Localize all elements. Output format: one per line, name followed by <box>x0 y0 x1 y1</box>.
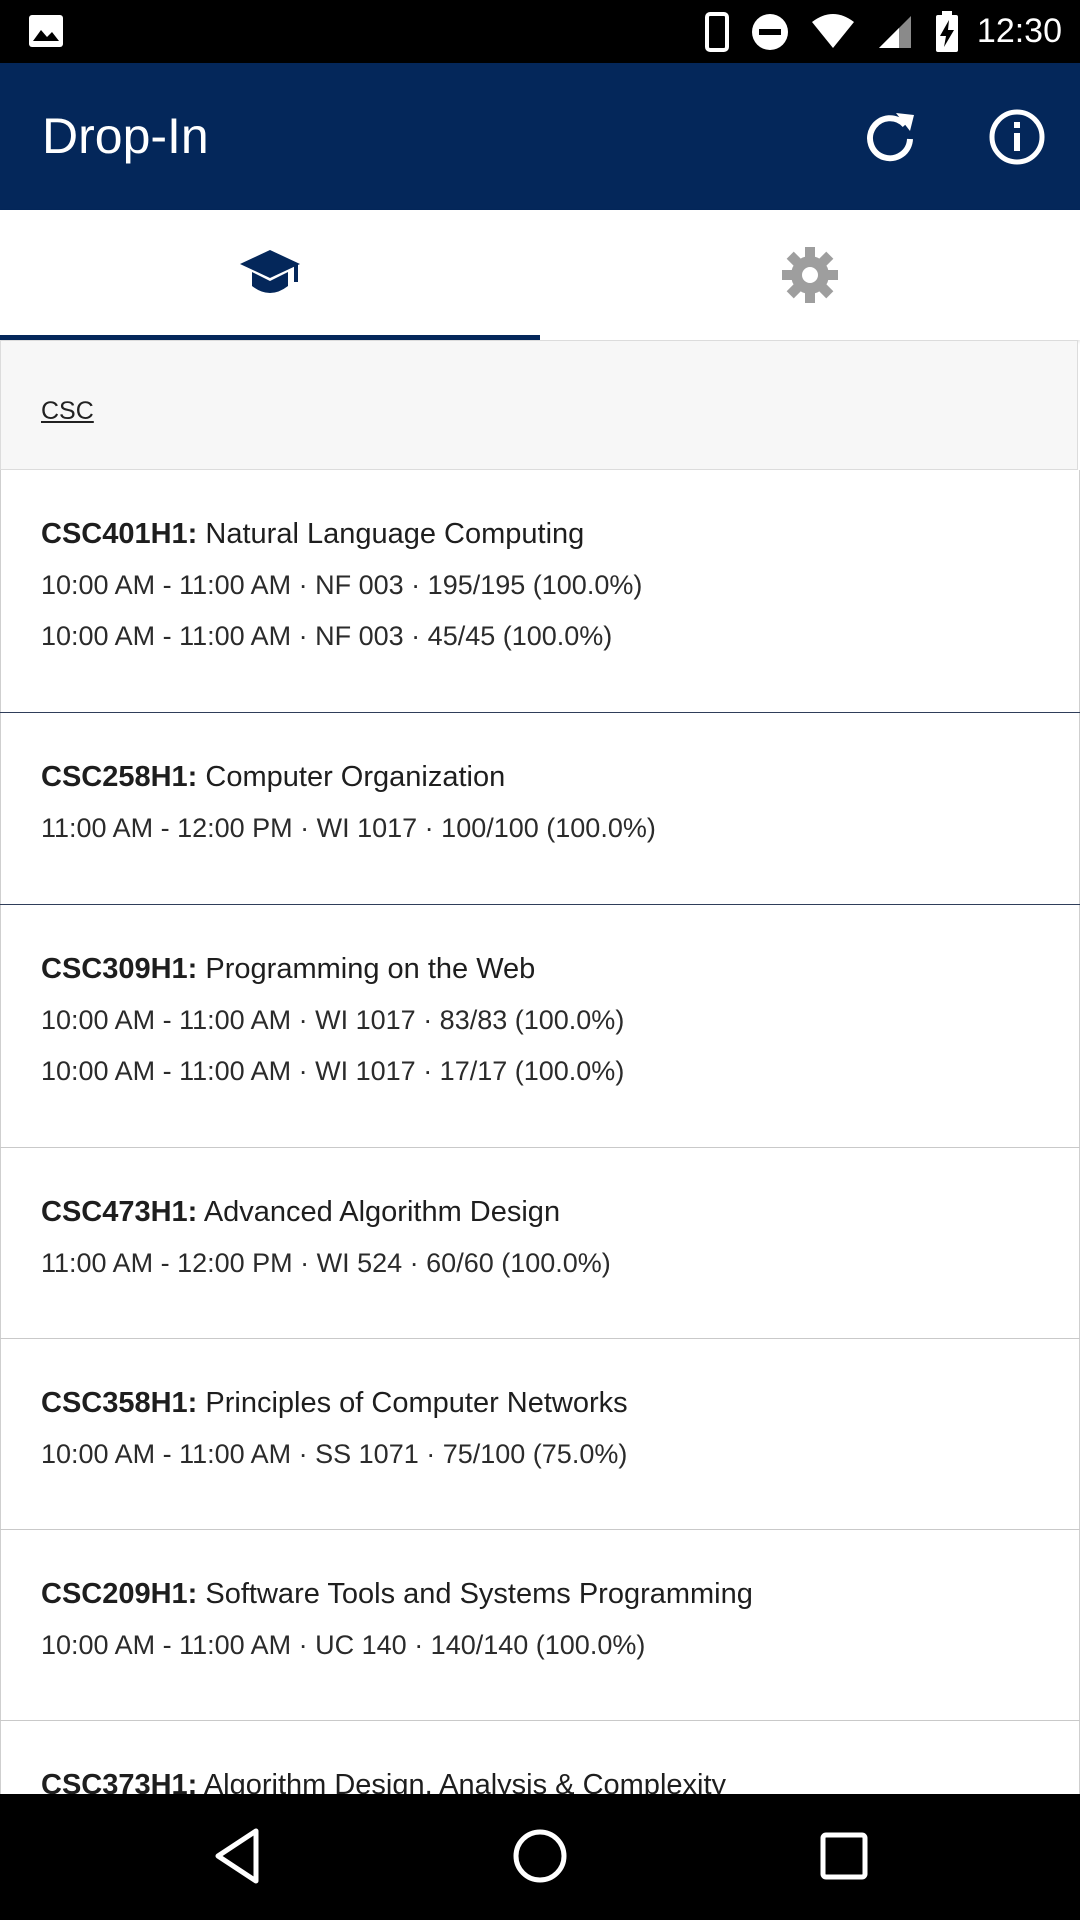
battery-charging-icon <box>935 10 958 52</box>
do-not-disturb-icon <box>751 13 788 50</box>
recents-icon[interactable] <box>819 1827 869 1885</box>
list-item[interactable]: CSC473H1: Advanced Algorithm Design 11:0… <box>0 1148 1080 1338</box>
course-name: Principles of Computer Networks <box>205 1387 628 1419</box>
gallery-icon <box>29 15 63 47</box>
status-time: 12:30 <box>976 12 1062 50</box>
phone-icon <box>704 11 729 52</box>
back-icon[interactable] <box>212 1827 262 1885</box>
course-name: Programming on the Web <box>205 953 536 985</box>
course-list[interactable]: CSC CSC401H1: Natural Language Computing… <box>0 340 1080 1794</box>
tab-bar <box>0 210 1080 340</box>
course-title: CSC373H1: Algorithm Design, Analysis & C… <box>41 1769 726 1794</box>
course-session: 11:00 AM - 12:00 PM · WI 1017 · 100/100 … <box>41 813 656 843</box>
course-code: CSC309H1: <box>41 953 198 985</box>
course-code: CSC401H1: <box>41 518 198 550</box>
tab-courses[interactable] <box>0 210 540 340</box>
signal-icon <box>878 15 911 48</box>
course-session: 10:00 AM - 11:00 AM · WI 1017 · 17/17 (1… <box>41 1056 625 1086</box>
list-item[interactable]: CSC309H1: Programming on the Web 10:00 A… <box>0 905 1080 1147</box>
course-code: CSC358H1: <box>41 1387 198 1419</box>
course-title: CSC309H1: Programming on the Web <box>41 953 535 986</box>
tab-settings[interactable] <box>540 210 1080 340</box>
section-label[interactable]: CSC <box>41 397 94 426</box>
list-item[interactable]: CSC373H1: Algorithm Design, Analysis & C… <box>0 1721 1080 1794</box>
course-title: CSC258H1: Computer Organization <box>41 761 505 794</box>
list-item[interactable]: CSC401H1: Natural Language Computing 10:… <box>0 470 1080 712</box>
home-icon[interactable] <box>511 1827 569 1885</box>
course-code: CSC473H1: <box>41 1196 198 1228</box>
course-session: 10:00 AM - 11:00 AM · UC 140 · 140/140 (… <box>41 1630 646 1660</box>
course-title: CSC358H1: Principles of Computer Network… <box>41 1387 628 1420</box>
course-session: 10:00 AM - 11:00 AM · SS 1071 · 75/100 (… <box>41 1439 628 1469</box>
list-item[interactable]: CSC258H1: Computer Organization 11:00 AM… <box>0 713 1080 904</box>
wifi-icon <box>811 13 854 48</box>
course-name: Advanced Algorithm Design <box>203 1196 561 1228</box>
section-header: CSC <box>0 340 1078 470</box>
course-title: CSC473H1: Advanced Algorithm Design <box>41 1196 560 1229</box>
list-item[interactable]: CSC209H1: Software Tools and Systems Pro… <box>0 1530 1080 1720</box>
status-bar: 12:30 <box>0 0 1080 63</box>
course-code: CSC373H1: <box>41 1769 198 1794</box>
course-code: CSC258H1: <box>41 761 198 793</box>
course-name: Natural Language Computing <box>205 518 585 550</box>
app-bar: Drop-In <box>0 63 1080 210</box>
course-session: 10:00 AM - 11:00 AM · NF 003 · 45/45 (10… <box>41 621 613 651</box>
graduation-cap-icon <box>240 250 300 293</box>
navigation-bar <box>0 1794 1080 1920</box>
gear-icon <box>782 247 838 303</box>
course-code: CSC209H1: <box>41 1578 198 1610</box>
course-name: Algorithm Design, Analysis & Complexity <box>203 1769 727 1794</box>
course-session: 11:00 AM - 12:00 PM · WI 524 · 60/60 (10… <box>41 1248 611 1278</box>
refresh-icon[interactable] <box>860 107 920 167</box>
app-title: Drop-In <box>42 108 209 164</box>
course-title: CSC209H1: Software Tools and Systems Pro… <box>41 1578 753 1611</box>
course-session: 10:00 AM - 11:00 AM · NF 003 · 195/195 (… <box>41 570 643 600</box>
list-item[interactable]: CSC358H1: Principles of Computer Network… <box>0 1339 1080 1529</box>
info-icon[interactable] <box>987 107 1047 167</box>
course-name: Software Tools and Systems Programming <box>205 1578 753 1610</box>
course-session: 10:00 AM - 11:00 AM · WI 1017 · 83/83 (1… <box>41 1005 625 1035</box>
course-name: Computer Organization <box>205 761 506 793</box>
course-title: CSC401H1: Natural Language Computing <box>41 518 584 551</box>
